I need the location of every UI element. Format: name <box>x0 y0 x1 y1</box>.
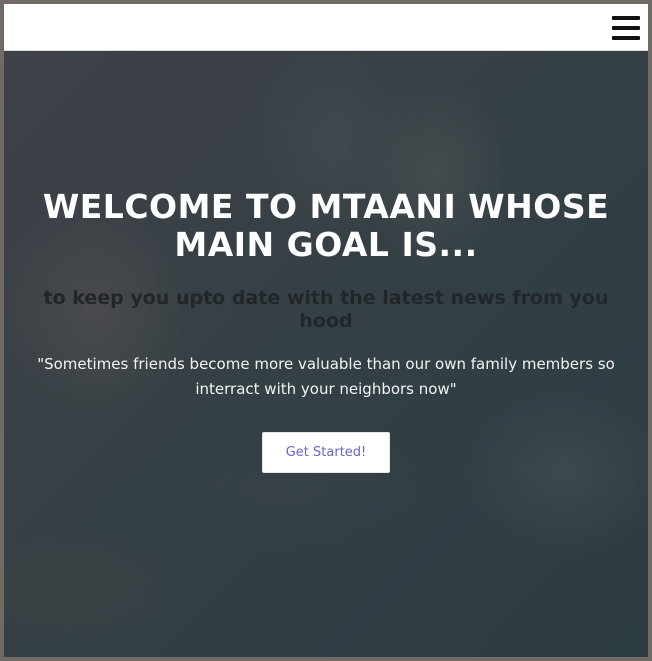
hero-subheadline: to keep you upto date with the latest ne… <box>43 287 609 332</box>
hamburger-menu-icon[interactable] <box>612 14 640 42</box>
hamburger-bar <box>612 36 640 40</box>
get-started-button[interactable]: Get Started! <box>262 432 390 473</box>
hero-headline: WELCOME TO MTAANI WHOSE MAIN GOAL IS... <box>42 187 610 264</box>
hero-quote: "Sometimes friends become more valuable … <box>37 355 615 398</box>
top-navbar <box>4 4 648 51</box>
hamburger-bar <box>612 26 640 30</box>
hamburger-bar <box>612 16 640 20</box>
hero-section: WELCOME TO MTAANI WHOSE MAIN GOAL IS... … <box>4 51 648 657</box>
page-frame: WELCOME TO MTAANI WHOSE MAIN GOAL IS... … <box>0 0 652 661</box>
